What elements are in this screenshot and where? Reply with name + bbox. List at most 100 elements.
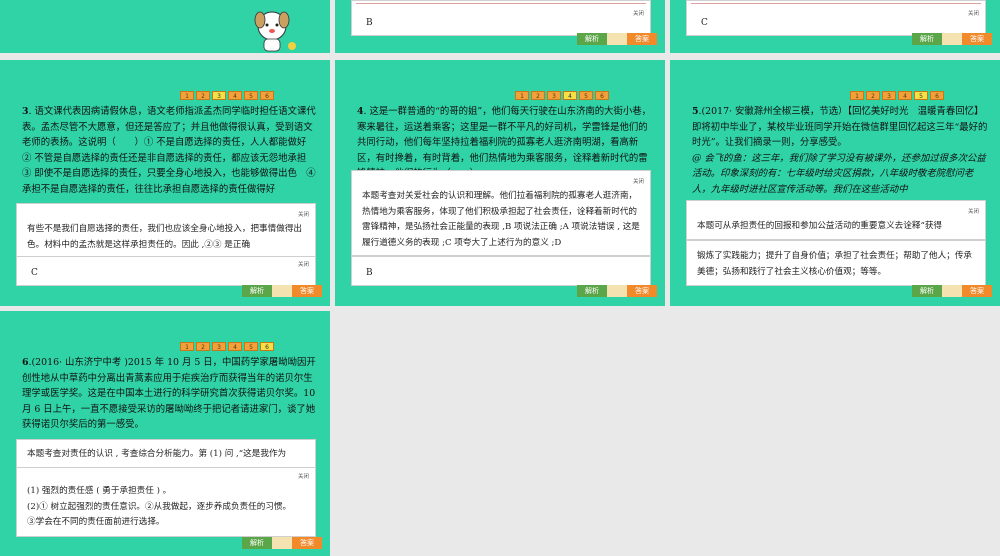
page-button-5[interactable]: 5 [579, 91, 593, 100]
question-text: 4. 这是一群普通的“的哥的姐”，他们每天行驶在山东济南的大街小巷，寒来暑往，运… [357, 104, 653, 170]
slide-3: 关闭 C 解析 答案 [670, 0, 1000, 53]
page-button-1[interactable]: 1 [515, 91, 529, 100]
slide-2: 关闭 B 解析 答案 [335, 0, 665, 53]
answer-text: C [701, 18, 708, 28]
analysis-button[interactable]: 解析 [577, 33, 607, 45]
close-button[interactable]: 关闭 [968, 9, 979, 17]
page-button-3[interactable]: 3 [547, 91, 561, 100]
page-button-1[interactable]: 1 [850, 91, 864, 100]
close-button[interactable]: 关闭 [968, 207, 979, 215]
close-button[interactable]: 关闭 [298, 210, 309, 218]
analysis-panel: 关闭 有些不是我们自愿选择的责任，我们也应该全身心地投入，把事情做得出色。材料中… [16, 203, 316, 257]
analysis-text: 本题可从承担责任的回报和参加公益活动的重要意义去诠释“获得 [697, 221, 943, 231]
page-button-5[interactable]: 5 [914, 91, 928, 100]
snail-decoration-icon [942, 33, 962, 45]
slide-7: 1 2 3 4 5 6 6.(2016· 山东济宁中考 )2015 年 10 月… [0, 311, 330, 556]
answer-button[interactable]: 答案 [627, 285, 657, 297]
question-head: .(2016· 山东济宁中考 )2015 年 10 月 5 日， [28, 357, 223, 368]
answer-button[interactable]: 答案 [962, 33, 992, 45]
analysis-button[interactable]: 解析 [577, 285, 607, 297]
page-button-1[interactable]: 1 [180, 342, 194, 351]
question-quote: @ 会飞的鱼：这三年，我们除了学习没有被课外，还参加过很多次公益活动。印象深刻的… [692, 152, 986, 195]
answer-text: C [31, 268, 38, 278]
question-body: 即将初中毕业了，某校毕业班同学开始在微信群里回忆起这三年“最好的时光”。让我们摘… [692, 121, 988, 149]
page-nav: 1 2 3 4 5 6 [850, 91, 944, 100]
page-button-3[interactable]: 3 [212, 91, 226, 100]
page-button-1[interactable]: 1 [180, 91, 194, 100]
analysis-button[interactable]: 解析 [242, 537, 272, 549]
answer-panel: 关闭 C [16, 256, 316, 286]
snail-decoration-icon [942, 285, 962, 297]
page-button-4[interactable]: 4 [228, 91, 242, 100]
close-button[interactable]: 关闭 [298, 260, 309, 268]
snail-decoration-icon [272, 537, 292, 549]
answer-line: (2)① 树立起强烈的责任意识。②从我做起，逐步养成负责任的习惯。 [27, 501, 292, 512]
button-bar: 解析 答案 [577, 33, 657, 45]
button-bar: 解析 答案 [577, 285, 657, 297]
slide-5: 1 2 3 4 5 6 4. 这是一群普通的“的哥的姐”，他们每天行驶在山东济南… [335, 60, 665, 306]
analysis-button[interactable]: 解析 [912, 285, 942, 297]
button-bar: 解析 答案 [912, 285, 992, 297]
slide-1 [0, 0, 330, 53]
page-button-4[interactable]: 4 [228, 342, 242, 351]
divider [356, 3, 646, 4]
analysis-button[interactable]: 解析 [912, 33, 942, 45]
analysis-text: 有些不是我们自愿选择的责任，我们也应该全身心地投入，把事情做得出色。材料中的孟杰… [27, 224, 303, 250]
page-button-5[interactable]: 5 [244, 342, 258, 351]
answer-panel: 关闭 B [351, 0, 651, 36]
answer-text: B [366, 268, 373, 278]
answer-line: (1) 强烈的责任感 ( 勇于承担责任 ) 。 [27, 486, 172, 496]
page-button-6[interactable]: 6 [930, 91, 944, 100]
close-button[interactable]: 关闭 [633, 177, 644, 185]
answer-button[interactable]: 答案 [292, 537, 322, 549]
question-body: . 语文课代表因病请假休息，语文老师指派孟杰同学临时担任语文课代表。孟杰尽管不大… [22, 106, 316, 195]
page-button-5[interactable]: 5 [244, 91, 258, 100]
page-button-4[interactable]: 4 [898, 91, 912, 100]
answer-panel: 关闭 (1) 强烈的责任感 ( 勇于承担责任 ) 。 (2)① 树立起强烈的责任… [16, 467, 316, 537]
page-button-6[interactable]: 6 [260, 342, 274, 351]
page-button-2[interactable]: 2 [866, 91, 880, 100]
answer-line: ③学会在不同的责任面前进行选择。 [27, 517, 165, 527]
page-button-3[interactable]: 3 [882, 91, 896, 100]
question-body: . 这是一群普通的“的哥的姐”，他们每天行驶在山东济南的大街小巷，寒来暑往，运送… [357, 106, 651, 170]
close-button[interactable]: 关闭 [298, 472, 309, 480]
slide-6: 1 2 3 4 5 6 5.(2017· 安徽滁州全椒三模，节选）【回忆美好时光… [670, 60, 1000, 306]
answer-panel: B [351, 256, 651, 286]
analysis-text: 本题考查对责任的认识 , 考查综合分析能力。第 (1) 问 ,“这是我作为 [27, 449, 287, 459]
answer-panel: 关闭 C [686, 0, 986, 36]
slide-4: 1 2 3 4 5 6 3 . 语文课代表因病请假休息，语文老师指派孟杰同学临时担… [0, 60, 330, 306]
analysis-panel: 本题考查对责任的认识 , 考查综合分析能力。第 (1) 问 ,“这是我作为 [16, 439, 316, 469]
analysis-text: 本题考查对关爱社会的认识和理解。他们拉着福利院的孤寡老人逛济南，热情地为乘客服务… [362, 191, 640, 248]
page-button-2[interactable]: 2 [196, 91, 210, 100]
analysis-button[interactable]: 解析 [242, 285, 272, 297]
divider [691, 3, 981, 4]
page-button-2[interactable]: 2 [196, 342, 210, 351]
page-button-6[interactable]: 6 [260, 91, 274, 100]
button-bar: 解析 答案 [242, 285, 322, 297]
answer-button[interactable]: 答案 [962, 285, 992, 297]
question-head: .(2017· 安徽滁州全椒三模，节选）【回忆美好时光 温暖青春回忆】 [698, 106, 984, 117]
page-button-3[interactable]: 3 [212, 342, 226, 351]
answer-panel: 锻炼了实践能力；提升了自身价值；承担了社会责任；帮助了他人；传承美德；弘扬和践行… [686, 240, 986, 286]
snail-decoration-icon [607, 285, 627, 297]
page-button-2[interactable]: 2 [531, 91, 545, 100]
close-button[interactable]: 关闭 [633, 9, 644, 17]
snail-decoration-icon [272, 285, 292, 297]
button-bar: 解析 答案 [912, 33, 992, 45]
snail-decoration-icon [607, 33, 627, 45]
question-text: 5.(2017· 安徽滁州全椒三模，节选）【回忆美好时光 温暖青春回忆】 即将初中… [692, 104, 988, 198]
answer-button[interactable]: 答案 [627, 33, 657, 45]
page-button-6[interactable]: 6 [595, 91, 609, 100]
question-text: 6.(2016· 山东济宁中考 )2015 年 10 月 5 日，中国药学家屠呦… [22, 355, 318, 437]
page-nav: 1 2 3 4 5 6 [180, 91, 274, 100]
dog-mascot-icon [254, 11, 296, 52]
answer-lines: (1) 强烈的责任感 ( 勇于承担责任 ) 。 (2)① 树立起强烈的责任意识。… [27, 484, 305, 536]
answer-text: B [366, 18, 373, 28]
button-bar: 解析 答案 [242, 537, 322, 549]
page-button-4[interactable]: 4 [563, 91, 577, 100]
analysis-panel: 关闭 本题可从承担责任的回报和参加公益活动的重要意义去诠释“获得 [686, 200, 986, 240]
answer-button[interactable]: 答案 [292, 285, 322, 297]
page-nav: 1 2 3 4 5 6 [180, 342, 274, 351]
page-nav: 1 2 3 4 5 6 [515, 91, 609, 100]
answer-text: 锻炼了实践能力；提升了自身价值；承担了社会责任；帮助了他人；传承美德；弘扬和践行… [697, 251, 973, 277]
